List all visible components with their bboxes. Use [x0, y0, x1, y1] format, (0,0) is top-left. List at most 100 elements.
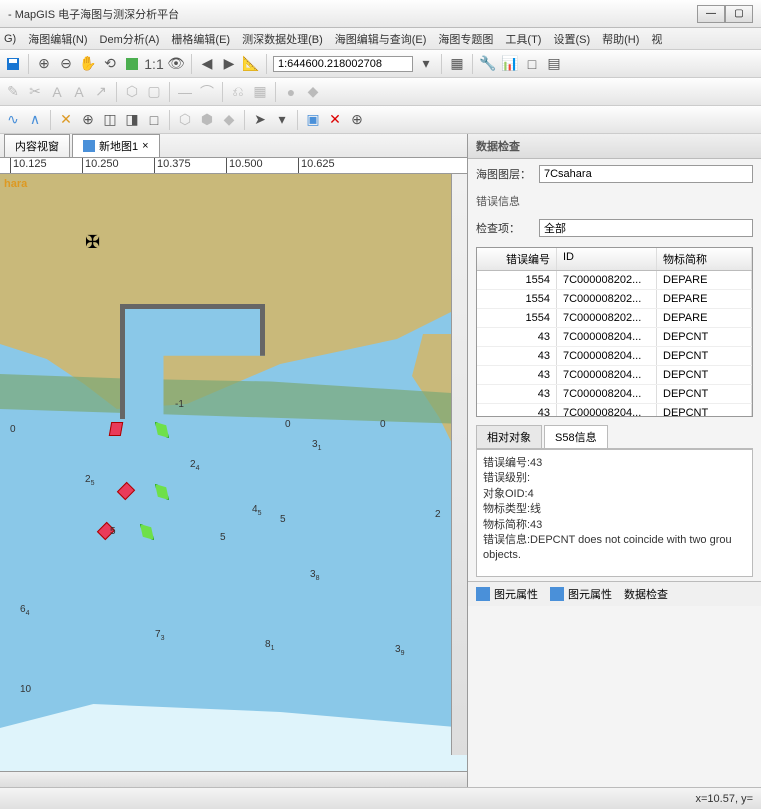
edit-icon[interactable]: ✎ [4, 83, 22, 101]
tab-s58[interactable]: S58信息 [544, 425, 608, 448]
minimize-button[interactable]: — [697, 5, 725, 23]
menu-item[interactable]: G) [4, 33, 16, 45]
menu-item[interactable]: 帮助(H) [602, 31, 639, 47]
menu-item[interactable]: Dem分析(A) [100, 31, 160, 47]
close-icon[interactable]: × [142, 140, 148, 152]
layers-icon[interactable]: ▦ [448, 55, 466, 73]
window-controls: — ▢ [697, 5, 753, 23]
tab-relative[interactable]: 相对对象 [476, 425, 542, 448]
eye-icon[interactable]: 👁 [167, 55, 185, 73]
draw-icon[interactable]: ◆ [220, 111, 238, 129]
detail-tabs: 相对对象 S58信息 [476, 425, 753, 449]
next-icon[interactable]: ▶ [220, 55, 238, 73]
edit-icon[interactable]: ⌒ [198, 83, 216, 101]
scrollbar-horizontal[interactable] [0, 771, 467, 787]
info-line: 错误编号:43 [483, 456, 746, 471]
edit-icon[interactable]: ● [282, 83, 300, 101]
menu-item[interactable]: 工具(T) [505, 31, 541, 47]
scrollbar-vertical[interactable] [451, 174, 467, 755]
table-row[interactable]: 437C000008204...DEPCNT [477, 347, 752, 366]
edit-icon[interactable]: A [48, 83, 66, 101]
zoom-out-icon[interactable]: ⊖ [57, 55, 75, 73]
draw-icon[interactable]: ⊕ [79, 111, 97, 129]
menu-item[interactable]: 海图编辑与查询(E) [335, 31, 427, 47]
tool-icon[interactable]: 📊 [501, 55, 519, 73]
edit-icon[interactable]: ◆ [304, 83, 322, 101]
menu-item[interactable]: 海图专题图 [438, 31, 493, 47]
sounding-value: 25 [85, 474, 94, 487]
error-table: 错误编号 ID 物标简称 15547C000008202...DEPARE155… [476, 247, 753, 417]
sounding-value: 5 [110, 526, 116, 537]
bottom-tab-check[interactable]: 数据检查 [624, 586, 668, 602]
separator [297, 110, 298, 130]
pointer-icon[interactable]: ➤ [251, 111, 269, 129]
edit-icon[interactable]: ↗ [92, 83, 110, 101]
table-row[interactable]: 15547C000008202...DEPARE [477, 309, 752, 328]
info-box: 错误编号:43 错误级别: 对象OID:4 物标类型:线 物标简称:43 错误信… [476, 449, 753, 577]
edit-icon[interactable]: ▢ [145, 83, 163, 101]
menu-item[interactable]: 视 [651, 31, 662, 47]
edit-icon[interactable]: ▦ [251, 83, 269, 101]
save-icon[interactable] [4, 55, 22, 73]
measure-icon[interactable]: 📐 [242, 55, 260, 73]
draw-icon[interactable]: □ [145, 111, 163, 129]
delete-icon[interactable]: ✕ [326, 111, 344, 129]
ratio-label[interactable]: 1:1 [145, 55, 163, 73]
edit-icon[interactable]: ✂ [26, 83, 44, 101]
scale-input[interactable] [273, 56, 413, 72]
tool-icon[interactable]: ▤ [545, 55, 563, 73]
tab-new-map[interactable]: 新地图1 × [72, 134, 160, 157]
tool-icon[interactable]: □ [523, 55, 541, 73]
sounding-value: 0 [10, 424, 16, 435]
menu-item[interactable]: 栅格编辑(E) [171, 31, 230, 47]
pan-icon[interactable]: ✋ [79, 55, 97, 73]
edit-icon[interactable]: ⬡ [123, 83, 141, 101]
column-header[interactable]: 错误编号 [477, 248, 557, 270]
table-row[interactable]: 437C000008204...DEPCNT [477, 385, 752, 404]
separator [472, 54, 473, 74]
info-line: 错误信息:DEPCNT does not coincide with two g… [483, 533, 746, 564]
extent-icon[interactable] [123, 55, 141, 73]
map-canvas[interactable]: ✠ hara 0-100252431245555386473813910 [0, 174, 467, 771]
edit-icon[interactable]: — [176, 83, 194, 101]
layer-input[interactable] [539, 165, 753, 183]
prev-icon[interactable]: ◀ [198, 55, 216, 73]
sounding-value: -1 [175, 399, 184, 410]
dropdown-icon[interactable]: ▾ [273, 111, 291, 129]
refresh-icon[interactable]: ⟲ [101, 55, 119, 73]
check-input[interactable] [539, 219, 753, 237]
draw-icon[interactable]: ◨ [123, 111, 141, 129]
tab-content-view[interactable]: 内容视窗 [4, 134, 70, 157]
table-row[interactable]: 437C000008204...DEPCNT [477, 328, 752, 347]
draw-icon[interactable]: ◫ [101, 111, 119, 129]
table-row[interactable]: 15547C000008202...DEPARE [477, 290, 752, 309]
draw-icon[interactable]: ⬡ [176, 111, 194, 129]
bottom-tab-attrs2[interactable]: 图元属性 [550, 586, 612, 602]
maximize-button[interactable]: ▢ [725, 5, 753, 23]
draw-icon[interactable]: ∿ [4, 111, 22, 129]
zoom-in-icon[interactable]: ⊕ [35, 55, 53, 73]
edit-icon[interactable]: ⎌ [229, 83, 247, 101]
bottom-tab-attrs1[interactable]: 图元属性 [476, 586, 538, 602]
table-row[interactable]: 437C000008204...DEPCNT [477, 366, 752, 385]
menu-item[interactable]: 设置(S) [553, 31, 590, 47]
draw-icon[interactable]: ✕ [57, 111, 75, 129]
tool-icon[interactable]: 🔧 [479, 55, 497, 73]
buoy-green [155, 484, 169, 500]
sounding-value: 5 [220, 532, 226, 543]
table-row[interactable]: 437C000008204...DEPCNT [477, 404, 752, 417]
target-icon[interactable]: ⊕ [348, 111, 366, 129]
dropdown-icon[interactable]: ▾ [417, 55, 435, 73]
menu-item[interactable]: 海图编辑(N) [28, 31, 87, 47]
draw-icon[interactable]: ∧ [26, 111, 44, 129]
column-header[interactable]: 物标简称 [657, 248, 752, 270]
table-row[interactable]: 15547C000008202...DEPARE [477, 271, 752, 290]
column-header[interactable]: ID [557, 248, 657, 270]
draw-icon[interactable]: ⬢ [198, 111, 216, 129]
buoy-green [155, 422, 169, 438]
ruler-horizontal: 10.125 10.250 10.375 10.500 10.625 [0, 158, 467, 174]
edit-icon[interactable]: A [70, 83, 88, 101]
menu-item[interactable]: 测深数据处理(B) [242, 31, 323, 47]
select-icon[interactable]: ▣ [304, 111, 322, 129]
church-symbol: ✠ [85, 232, 100, 253]
